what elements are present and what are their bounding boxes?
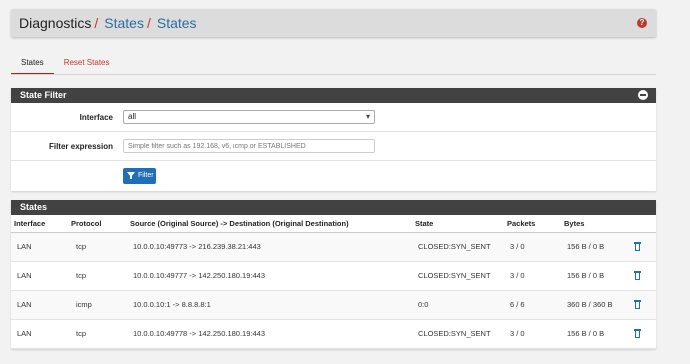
tab-states[interactable]: States [11,55,54,75]
breadcrumb-states-current[interactable]: States [157,15,197,31]
breadcrumb-separator: / [94,15,99,31]
column-header-source-destination[interactable]: Source (Original Source) -> Destination … [130,215,415,233]
tab-reset-states[interactable]: Reset States [54,55,120,75]
cell-source-destination: 10.0.0.10:49778 -> 142.250.180.19:443 [130,319,415,349]
breadcrumb-root: Diagnostics [19,15,92,31]
tab-divider [11,74,656,75]
trash-icon[interactable] [634,300,641,310]
breadcrumb-separator: / [146,15,151,31]
states-panel: States Interface Protocol Source (Origin… [11,200,656,349]
table-row: LAN tcp 10.0.0.10:49773 -> 216.239.38.21… [11,232,656,262]
trash-icon[interactable] [634,271,641,281]
state-filter-panel: State Filter Interface all ▾ Filter expr… [11,88,656,191]
breadcrumb-states-link[interactable]: States [104,15,144,31]
cell-protocol: icmp [71,290,130,320]
delete-cell [634,261,656,291]
cell-packets: 3 / 0 [507,261,564,291]
breadcrumb: Diagnostics / States / States ? [11,9,656,37]
cell-bytes: 156 B / 0 B [564,319,634,349]
cell-source-destination: 10.0.0.10:49773 -> 216.239.38.21:443 [130,232,415,262]
cell-packets: 6 / 6 [507,290,564,320]
filter-expression-label: Filter expression [48,142,113,151]
cell-state: 0:0 [415,290,507,320]
filter-button[interactable]: Filter [123,168,156,184]
cell-interface: LAN [11,232,71,262]
trash-icon[interactable] [634,242,641,252]
cell-state: CLOSED:SYN_SENT [415,261,507,291]
cell-interface: LAN [11,319,71,349]
cell-source-destination: 10.0.0.10:1 -> 8.8.8.8:1 [130,290,415,320]
column-header-interface[interactable]: Interface [11,215,71,233]
cell-bytes: 156 B / 0 B [564,232,634,262]
delete-cell [634,232,656,262]
states-table: Interface Protocol Source (Original Sour… [11,215,656,349]
collapse-icon[interactable] [638,90,648,100]
table-row: LAN icmp 10.0.0.10:1 -> 8.8.8.8:1 0:0 6 … [11,290,656,320]
cell-state: CLOSED:SYN_SENT [415,319,507,349]
cell-protocol: tcp [71,261,130,291]
column-header-protocol[interactable]: Protocol [71,215,130,233]
state-filter-title: State Filter [20,90,67,100]
cell-interface: LAN [11,261,71,291]
filter-button-label: Filter [138,172,154,179]
interface-row: Interface all ▾ [11,103,656,132]
column-header-state[interactable]: State [415,215,507,233]
interface-label: Interface [79,113,113,122]
cell-bytes: 156 B / 0 B [564,261,634,291]
cell-source-destination: 10.0.0.10:49777 -> 142.250.180.19:443 [130,261,415,291]
states-title: States [20,202,48,212]
interface-select-value: all [128,112,137,121]
cell-packets: 3 / 0 [507,232,564,262]
cell-packets: 3 / 0 [507,319,564,349]
help-icon[interactable]: ? [637,18,647,28]
filter-button-row: Filter [11,161,656,191]
table-row: LAN tcp 10.0.0.10:49778 -> 142.250.180.1… [11,319,656,349]
column-header-bytes[interactable]: Bytes [564,215,634,233]
tab-bar: States Reset States [11,55,120,75]
filter-expression-input[interactable] [123,139,375,153]
column-header-packets[interactable]: Packets [507,215,564,233]
state-filter-heading: State Filter [11,88,656,103]
table-row: LAN tcp 10.0.0.10:49777 -> 142.250.180.1… [11,261,656,291]
cell-protocol: tcp [71,232,130,262]
delete-cell [634,290,656,320]
cell-interface: LAN [11,290,71,320]
chevron-down-icon: ▾ [365,112,370,121]
trash-icon[interactable] [634,329,641,339]
table-header-row: Interface Protocol Source (Original Sour… [11,215,656,233]
interface-select[interactable]: all ▾ [123,110,375,124]
cell-state: CLOSED:SYN_SENT [415,232,507,262]
cell-bytes: 360 B / 360 B [564,290,634,320]
delete-cell [634,319,656,349]
cell-protocol: tcp [71,319,130,349]
states-heading: States [11,200,656,215]
filter-expression-row: Filter expression [11,132,656,161]
